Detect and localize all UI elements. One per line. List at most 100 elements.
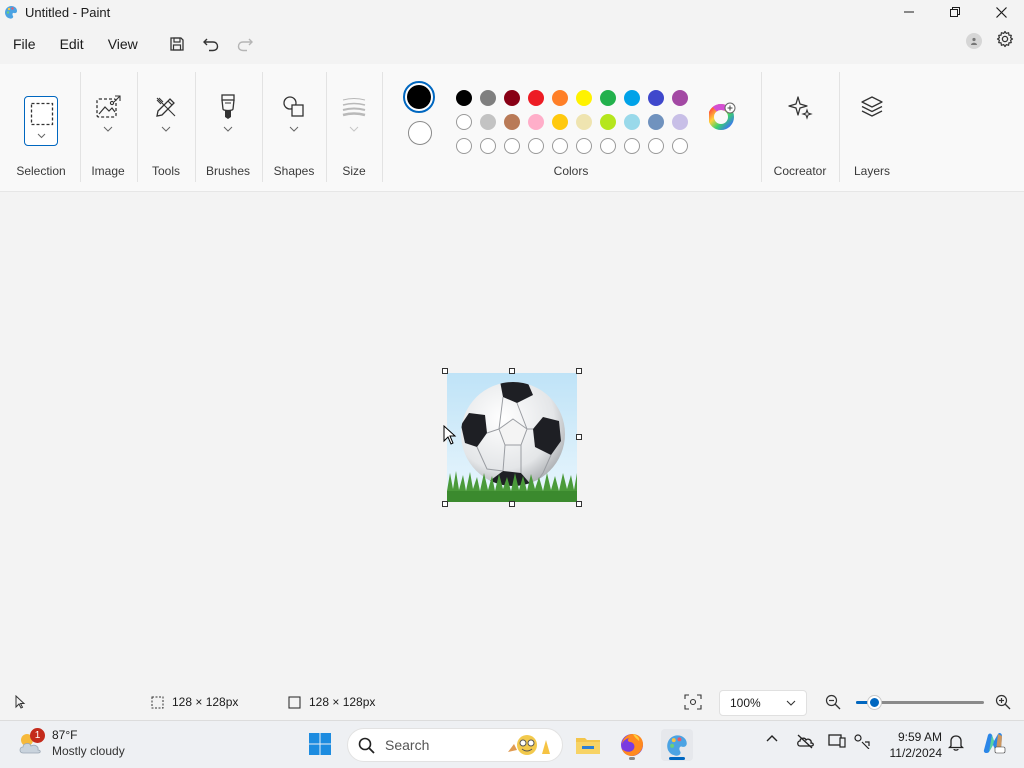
group-label-shapes: Shapes — [273, 164, 315, 178]
cocreator-group[interactable]: Cocreator — [761, 70, 839, 186]
settings-button[interactable] — [996, 30, 1014, 51]
taskbar-file-explorer[interactable] — [572, 729, 604, 761]
color-swatch[interactable] — [480, 114, 496, 130]
chevron-down-icon — [161, 126, 171, 132]
color-swatch[interactable] — [624, 90, 640, 106]
color-swatch[interactable] — [552, 90, 568, 106]
redo-button[interactable] — [228, 30, 262, 58]
minimize-button[interactable] — [886, 0, 932, 24]
color-swatch[interactable] — [672, 90, 688, 106]
custom-color-slot[interactable] — [504, 138, 520, 154]
custom-color-slot[interactable] — [600, 138, 616, 154]
network-volume-status[interactable] — [853, 733, 871, 749]
zoom-slider-thumb[interactable] — [867, 696, 881, 709]
custom-color-slot[interactable] — [456, 138, 472, 154]
color-swatch[interactable] — [624, 114, 640, 130]
custom-color-slot[interactable] — [528, 138, 544, 154]
zoom-dropdown[interactable]: 100% — [719, 690, 807, 716]
app-running-indicator — [629, 757, 635, 760]
weather-widget[interactable]: 1 87°F Mostly cloudy — [16, 727, 125, 759]
resize-handle-ne[interactable] — [576, 368, 582, 374]
secondary-color-swatch[interactable] — [408, 121, 432, 145]
clock-date: 11/2/2024 — [889, 746, 943, 760]
minimize-icon — [904, 11, 914, 13]
custom-color-slot[interactable] — [576, 138, 592, 154]
color-swatch[interactable] — [456, 90, 472, 106]
fit-to-window-button[interactable] — [684, 694, 704, 712]
selection-rectangle-icon — [30, 102, 54, 126]
show-hidden-icons-button[interactable] — [765, 733, 779, 743]
custom-color-slot[interactable] — [552, 138, 568, 154]
layers-group[interactable]: Layers — [839, 70, 905, 186]
shapes-group[interactable]: Shapes — [262, 70, 326, 186]
tools-group[interactable]: Tools — [137, 70, 195, 186]
weather-temperature: 87°F — [52, 728, 78, 742]
color-swatch[interactable] — [672, 114, 688, 130]
shapes-button[interactable] — [279, 92, 309, 122]
taskbar-clock[interactable]: 9:59 AM 11/2/2024 — [884, 729, 943, 761]
paint-app-icon — [667, 735, 687, 756]
device-status[interactable] — [828, 733, 846, 749]
color-swatch[interactable] — [576, 114, 592, 130]
cocreator-button[interactable] — [785, 92, 815, 122]
mouse-cursor-icon — [443, 425, 457, 445]
custom-color-slot[interactable] — [480, 138, 496, 154]
resize-handle-e[interactable] — [576, 434, 582, 440]
image-group[interactable]: Image — [80, 70, 136, 186]
resize-handle-n[interactable] — [509, 368, 515, 374]
brushes-button[interactable] — [213, 92, 243, 122]
tools-button[interactable] — [151, 92, 181, 122]
color-swatch[interactable] — [576, 90, 592, 106]
group-label-colors: Colors — [553, 164, 589, 178]
color-swatch[interactable] — [504, 90, 520, 106]
color-swatch[interactable] — [600, 114, 616, 130]
layers-button[interactable] — [857, 92, 887, 122]
resize-handle-se[interactable] — [576, 501, 582, 507]
custom-color-slot[interactable] — [672, 138, 688, 154]
resize-handle-nw[interactable] — [442, 368, 448, 374]
undo-button[interactable] — [194, 30, 228, 58]
custom-color-slot[interactable] — [648, 138, 664, 154]
resize-handle-sw[interactable] — [442, 501, 448, 507]
color-swatch[interactable] — [528, 114, 544, 130]
search-highlight-icon — [508, 735, 550, 755]
edit-colors-button[interactable] — [708, 102, 737, 130]
taskbar-firefox[interactable] — [616, 729, 648, 761]
color-swatch[interactable] — [528, 90, 544, 106]
taskbar-paint[interactable] — [661, 729, 693, 761]
gear-icon — [996, 30, 1014, 48]
pencil-eraser-icon — [156, 97, 176, 117]
restore-icon — [950, 7, 960, 17]
menu-edit[interactable]: Edit — [48, 30, 96, 58]
custom-color-slot[interactable] — [624, 138, 640, 154]
brushes-group[interactable]: Brushes — [195, 70, 261, 186]
color-swatch[interactable] — [552, 114, 568, 130]
save-button[interactable] — [160, 30, 194, 58]
account-button[interactable] — [966, 32, 982, 49]
close-button[interactable] — [978, 0, 1024, 24]
zoom-in-button[interactable] — [995, 694, 1013, 712]
undo-icon — [202, 38, 218, 52]
color-swatch[interactable] — [648, 90, 664, 106]
restore-button[interactable] — [932, 0, 978, 24]
zoom-slider[interactable] — [856, 696, 984, 709]
copilot-button[interactable] — [980, 730, 1006, 756]
resize-handle-s[interactable] — [509, 501, 515, 507]
color-swatch[interactable] — [456, 114, 472, 130]
image-tool-button[interactable] — [93, 92, 123, 122]
onedrive-status[interactable] — [795, 733, 815, 749]
taskbar-search[interactable]: Search — [347, 728, 563, 762]
drawing-canvas[interactable] — [447, 373, 577, 502]
menu-view[interactable]: View — [96, 30, 150, 58]
notifications-button[interactable] — [948, 733, 964, 751]
menu-file[interactable]: File — [0, 30, 48, 58]
color-swatch[interactable] — [648, 114, 664, 130]
zoom-out-button[interactable] — [825, 694, 843, 712]
primary-color-swatch[interactable] — [403, 81, 435, 113]
color-swatch[interactable] — [504, 114, 520, 130]
color-swatch[interactable] — [480, 90, 496, 106]
color-swatch[interactable] — [600, 90, 616, 106]
chevron-down-icon — [786, 700, 796, 706]
selection-tool-button[interactable] — [24, 96, 58, 146]
windows-start-icon[interactable] — [308, 732, 332, 756]
